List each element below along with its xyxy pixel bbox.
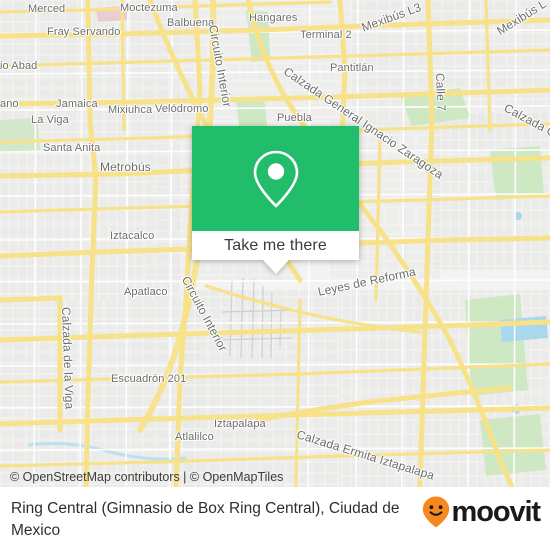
place-title: Ring Central (Gimnasio de Box Ring Centr… bbox=[11, 500, 400, 539]
footer-bar: Ring Central (Gimnasio de Box Ring Centr… bbox=[0, 487, 550, 550]
take-me-there-label: Take me there bbox=[224, 236, 327, 254]
location-popup-card[interactable]: Take me there bbox=[192, 126, 359, 274]
map-viewport[interactable]: Merced Moctezuma Hangares Balbuena Terminal … bbox=[0, 0, 550, 487]
moovit-logo[interactable]: moovit bbox=[421, 495, 542, 529]
map-attribution[interactable]: © OpenStreetMap contributors | © OpenMap… bbox=[10, 470, 283, 484]
popup-pointer-tail bbox=[262, 260, 289, 274]
map-pin-icon bbox=[253, 150, 298, 207]
popup-action-panel[interactable]: Take me there bbox=[192, 231, 359, 260]
moovit-wordmark: moovit bbox=[451, 495, 542, 528]
popup-icon-panel bbox=[192, 126, 359, 231]
moovit-pin-icon bbox=[422, 496, 449, 528]
